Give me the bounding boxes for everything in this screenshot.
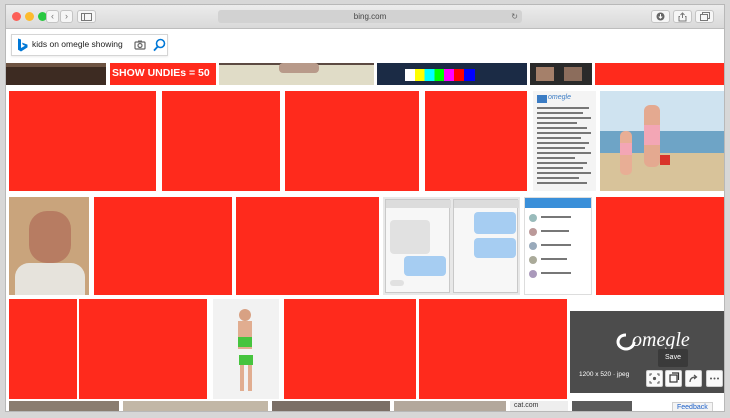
url-text: bing.com (353, 12, 387, 21)
image-result[interactable] (524, 197, 592, 295)
image-result[interactable] (383, 197, 520, 295)
forward-icon: › (65, 11, 68, 21)
feedback-button[interactable]: Feedback (672, 402, 713, 411)
share-button[interactable] (673, 10, 692, 23)
camera-icon[interactable] (134, 39, 146, 51)
image-result[interactable] (272, 401, 390, 411)
screen: ‹ › bing.com ↻ kids on omegle showing SH… (0, 0, 730, 418)
image-result[interactable] (79, 299, 207, 399)
image-result[interactable] (284, 299, 416, 399)
tabs-icon (699, 12, 710, 21)
download-button[interactable] (651, 10, 670, 23)
image-result[interactable]: omegle (533, 91, 596, 191)
search-box[interactable]: kids on omegle showing (11, 34, 168, 56)
image-result[interactable]: cat.com (510, 401, 568, 411)
back-icon: ‹ (51, 11, 54, 21)
image-result[interactable] (94, 197, 232, 295)
image-result[interactable] (236, 197, 379, 295)
image-result[interactable] (572, 401, 632, 411)
save-tooltip: Save (658, 349, 688, 367)
image-result[interactable] (9, 299, 77, 399)
back-button[interactable]: ‹ (46, 10, 59, 23)
share-icon (678, 12, 687, 22)
sidebar-button[interactable] (77, 10, 96, 23)
download-icon (656, 12, 665, 21)
share-result-icon (689, 374, 698, 383)
image-result[interactable] (600, 91, 724, 191)
close-window-button[interactable] (12, 12, 21, 21)
forward-button[interactable]: › (60, 10, 73, 23)
save-icon (669, 372, 680, 383)
browser-toolbar: ‹ › bing.com ↻ (6, 5, 724, 29)
visual-search-button[interactable] (646, 370, 663, 387)
image-result[interactable] (425, 91, 527, 191)
result-caption: cat.com (514, 402, 539, 409)
tabs-button[interactable] (695, 10, 714, 23)
more-button[interactable] (706, 370, 723, 387)
image-result[interactable] (419, 299, 567, 399)
image-result[interactable] (213, 299, 279, 399)
search-input[interactable]: kids on omegle showing (32, 39, 123, 49)
image-result[interactable] (9, 401, 119, 411)
minimize-window-button[interactable] (25, 12, 34, 21)
image-result[interactable] (394, 401, 506, 411)
bing-logo-icon[interactable] (17, 38, 28, 52)
image-result[interactable] (162, 91, 280, 191)
save-button[interactable] (665, 370, 682, 387)
omegle-small-text: omegle (548, 94, 571, 101)
more-icon (710, 377, 719, 380)
image-result[interactable] (285, 91, 419, 191)
search-icon[interactable] (153, 38, 166, 52)
image-result[interactable] (123, 401, 268, 411)
image-result[interactable] (9, 91, 156, 191)
address-bar[interactable]: bing.com ↻ (218, 10, 522, 23)
share-result-button[interactable] (685, 370, 702, 387)
banner-text: SHOW UNDIEs = 50 (112, 67, 210, 79)
feedback-label: Feedback (677, 404, 708, 411)
image-result[interactable] (9, 197, 89, 295)
sidebar-icon (81, 13, 92, 21)
image-result[interactable] (596, 197, 724, 295)
save-tooltip-label: Save (665, 354, 681, 361)
search-header: kids on omegle showing (6, 29, 724, 63)
image-dimensions: 1200 x 520 · jpeg (579, 371, 630, 378)
reload-icon[interactable]: ↻ (511, 10, 518, 23)
browser-window: ‹ › bing.com ↻ kids on omegle showing SH… (5, 4, 725, 412)
visual-search-icon (649, 373, 660, 384)
